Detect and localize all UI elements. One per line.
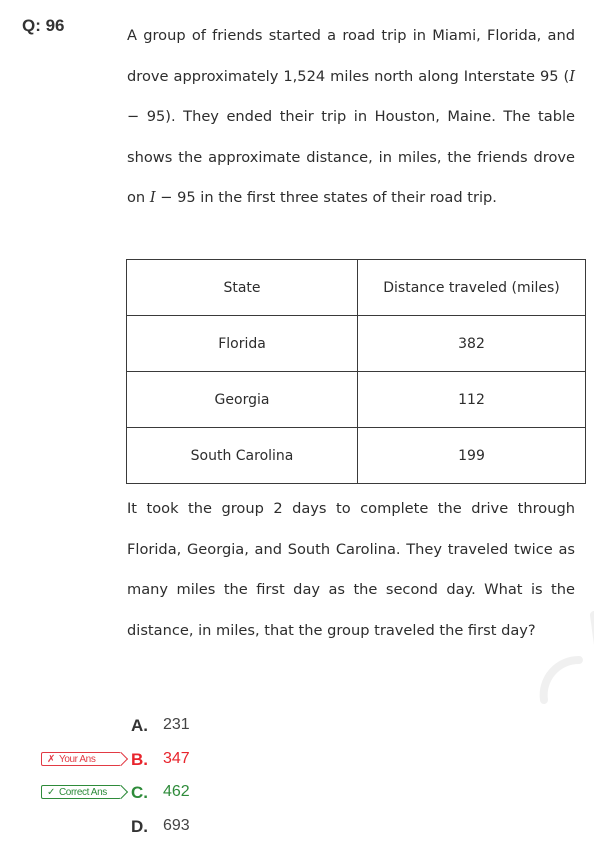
badge-label: Your Ans xyxy=(58,753,96,765)
choice-b[interactable]: ✗ Your Ans B. 347 xyxy=(0,746,594,780)
check-mark-icon: ✓ xyxy=(47,787,55,798)
correct-answer-badge: ✓ Correct Ans xyxy=(41,785,121,799)
stem-text: A group of friends started a road trip i… xyxy=(127,27,575,85)
choice-value: 231 xyxy=(163,716,190,733)
table-row: Florida 382 xyxy=(126,315,586,372)
question-stem-intro: A group of friends started a road trip i… xyxy=(127,16,575,219)
table-row: Georgia 112 xyxy=(126,371,586,428)
stem-paragraph: It took the group 2 days to complete the… xyxy=(127,500,575,639)
question-number: Q: 96 xyxy=(22,16,65,35)
badge-label: Correct Ans xyxy=(58,787,107,798)
column-header-state: State xyxy=(126,259,358,316)
choice-value: 347 xyxy=(163,749,190,767)
your-answer-badge: ✗ Your Ans xyxy=(41,751,121,766)
stem-paragraph: A group of friends started a road trip i… xyxy=(127,16,575,219)
table-row: South Carolina 199 xyxy=(126,427,586,484)
choice-value: 462 xyxy=(163,783,190,800)
cell-state: South Carolina xyxy=(126,427,358,484)
choice-letter: B. xyxy=(131,749,148,769)
choice-d[interactable]: D. 693 xyxy=(0,813,594,847)
cell-state: Georgia xyxy=(126,371,358,428)
cell-distance: 382 xyxy=(357,315,586,372)
question-stem-prompt: It took the group 2 days to complete the… xyxy=(127,489,575,651)
choice-letter: A. xyxy=(131,716,148,735)
column-header-distance: Distance traveled (miles) xyxy=(357,259,586,316)
choice-a[interactable]: A. 231 xyxy=(0,712,594,746)
cell-state: Florida xyxy=(126,315,358,372)
choice-letter: D. xyxy=(131,816,148,836)
distance-table: State Distance traveled (miles) Florida … xyxy=(126,259,586,484)
choice-value: 693 xyxy=(163,816,190,834)
cell-distance: 199 xyxy=(357,427,586,484)
choice-letter: C. xyxy=(131,783,148,802)
stem-text: − 95 in the first three states of their … xyxy=(155,189,497,206)
choice-c[interactable]: ✓ Correct Ans C. 462 xyxy=(0,779,594,813)
math-variable: I xyxy=(569,67,575,85)
answer-choices: A. 231 ✗ Your Ans B. 347 ✓ Correct Ans C. … xyxy=(0,712,594,846)
cell-distance: 112 xyxy=(357,371,586,428)
x-mark-icon: ✗ xyxy=(47,753,55,765)
table-header-row: State Distance traveled (miles) xyxy=(126,259,586,316)
